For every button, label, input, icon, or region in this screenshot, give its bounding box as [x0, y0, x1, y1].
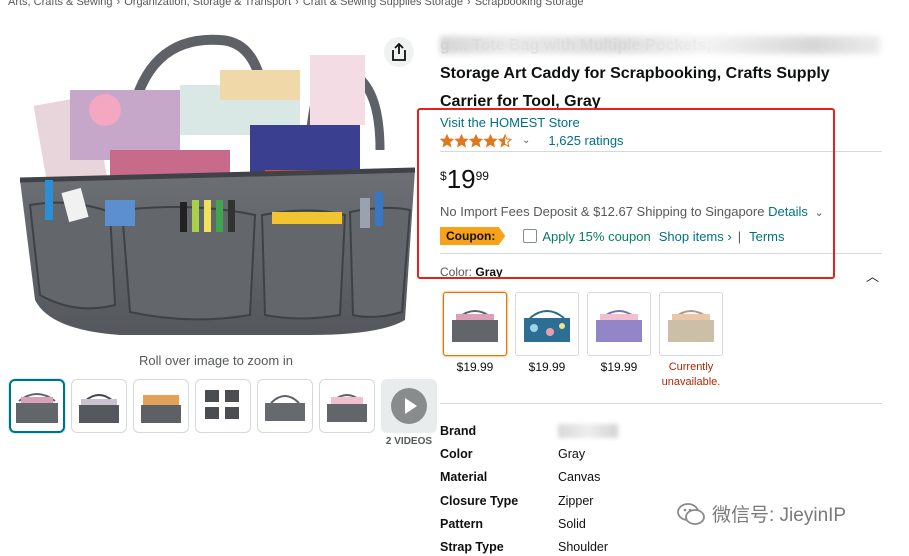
spec-row: Strap Type Shoulder: [440, 535, 618, 556]
redaction-blur: [558, 423, 618, 438]
color-swatches: $19.99 $19.99 $19.99 Currently unavailab…: [443, 292, 723, 390]
breadcrumb-item[interactable]: Organization, Storage & Transport: [124, 0, 291, 8]
thumbnail-image: [265, 395, 305, 421]
thumbnail-image: [16, 393, 58, 423]
spec-row: Pattern Solid: [440, 512, 618, 535]
spec-row: Material Canvas: [440, 466, 618, 489]
thumbnail-image: [141, 395, 181, 423]
thumbnail-image: [205, 390, 239, 419]
title-line: Storage Art Caddy for Scrapbooking, Craf…: [440, 65, 830, 82]
swatch-image: [515, 292, 579, 356]
product-specs: Brand Color Gray Material Canvas Closure…: [440, 419, 618, 556]
breadcrumb: Arts, Crafts & Sewing › Organization, Stor…: [8, 0, 584, 8]
spec-key: Pattern: [440, 516, 484, 531]
swatch-khaki[interactable]: Currently unavailable.: [659, 292, 723, 390]
spec-value: Shoulder: [558, 540, 609, 555]
main-product-image[interactable]: [10, 30, 422, 342]
play-icon: [391, 388, 427, 424]
thumbnail-image: [79, 394, 119, 423]
spec-key: Strap Type: [440, 540, 504, 555]
swatch-price: $19.99: [600, 360, 638, 374]
share-icon: [392, 43, 406, 61]
breadcrumb-item[interactable]: Craft & Sewing Supplies Storage: [303, 0, 463, 8]
breadcrumb-separator: ›: [467, 0, 471, 8]
swatch-gray-image: [452, 310, 498, 342]
breadcrumb-item[interactable]: Arts, Crafts & Sewing: [8, 0, 113, 8]
chevron-up-icon[interactable]: ︿: [866, 266, 879, 285]
swatch-image: [587, 292, 651, 356]
wechat-icon: [677, 502, 705, 525]
spec-row: Brand: [440, 419, 618, 442]
swatch-floral-blue-image: [524, 310, 570, 342]
swatch-price: $19.99: [528, 360, 566, 374]
spec-row: Color Gray: [440, 442, 618, 465]
spec-key: Closure Type: [440, 493, 519, 508]
spec-value: Solid: [558, 516, 586, 531]
swatch-floral-blue[interactable]: $19.99: [515, 292, 579, 390]
video-count-label: 2 VIDEOS: [385, 436, 433, 447]
breadcrumb-separator: ›: [295, 0, 299, 8]
thumbnail[interactable]: [9, 379, 65, 433]
spec-value: Gray: [558, 446, 586, 461]
video-preview: [381, 379, 437, 433]
swatch-purple-image: [596, 310, 642, 342]
annotation-box: [417, 108, 835, 279]
thumbnail-image: [327, 394, 367, 422]
swatch-price: $19.99: [456, 360, 494, 374]
swatch-purple[interactable]: $19.99: [587, 292, 651, 390]
spec-key: Color: [440, 446, 473, 461]
share-button[interactable]: [384, 37, 414, 67]
watermark-text: 微信号: JieyinIP: [712, 505, 847, 526]
spec-value: Canvas: [558, 470, 601, 485]
swatch-image: [443, 292, 507, 356]
swatch-gray[interactable]: $19.99: [443, 292, 507, 390]
thumbnail[interactable]: [257, 379, 313, 433]
thumbnail[interactable]: [195, 379, 251, 433]
spec-row: Closure Type Zipper: [440, 489, 618, 512]
divider: [440, 403, 882, 404]
redaction-blur: [440, 36, 880, 54]
thumbnail-strip: 2 VIDEOS: [9, 379, 437, 447]
watermark: 微信号: JieyinIP: [676, 500, 846, 527]
breadcrumb-item[interactable]: Scrapbooking Storage: [475, 0, 584, 8]
zoom-hint: Roll over image to zoom in: [139, 353, 293, 368]
spec-key: Material: [440, 470, 488, 485]
swatch-image: [659, 292, 723, 356]
spec-value: Zipper: [558, 493, 594, 508]
thumbnail[interactable]: [319, 379, 375, 433]
caddy-illustration: [19, 34, 416, 335]
video-thumbnail[interactable]: 2 VIDEOS: [381, 379, 437, 447]
swatch-unavailable: Currently unavailable.: [661, 361, 721, 388]
swatch-khaki-image: [668, 310, 714, 342]
thumbnail[interactable]: [133, 379, 189, 433]
breadcrumb-separator: ›: [116, 0, 121, 8]
spec-key: Brand: [440, 423, 477, 438]
thumbnail[interactable]: [71, 379, 127, 433]
product-title: g ... Tote Bag with Multiple Pockets, St…: [440, 32, 885, 116]
